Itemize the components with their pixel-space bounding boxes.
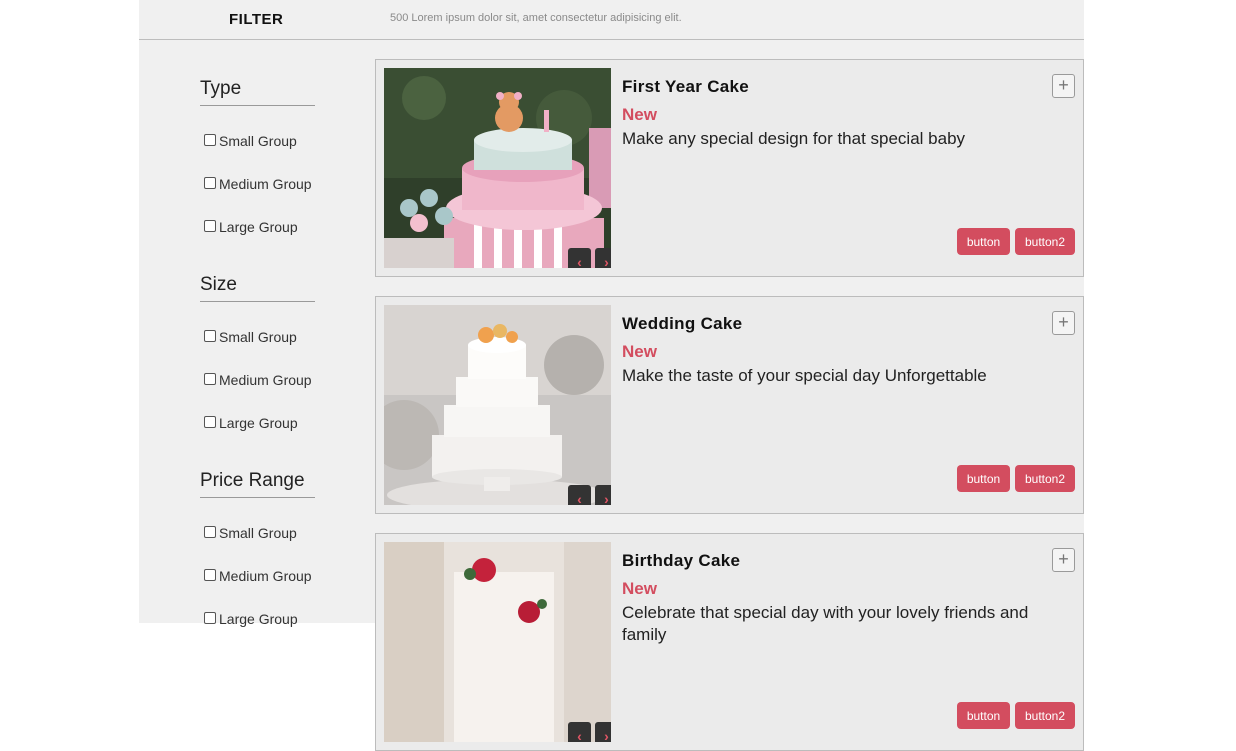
card-button2[interactable]: button2 [1015, 702, 1075, 729]
card-description: Make any special design for that special… [622, 129, 966, 148]
checkbox-label: Medium Group [219, 372, 312, 388]
filter-checkbox-large-group[interactable]: Large Group [204, 611, 298, 627]
status-badge: New [622, 579, 657, 598]
filter-title: FILTER [229, 11, 284, 28]
checkbox-label: Large Group [219, 611, 298, 627]
add-icon[interactable]: + [1052, 74, 1075, 98]
checkbox-label: Small Group [219, 133, 297, 149]
checkbox-label: Medium Group [219, 568, 312, 584]
filter-checkbox-medium-group[interactable]: Medium Group [204, 568, 312, 584]
results-summary: 500 Lorem ipsum dolor sit, amet consecte… [390, 12, 682, 24]
filter-header: FILTER 500 Lorem ipsum dolor sit, amet c… [139, 0, 1084, 40]
card-description: Make the taste of your special day Unfor… [622, 366, 987, 385]
card-title[interactable]: Wedding Cake [622, 314, 742, 334]
checkbox-icon[interactable] [204, 372, 216, 385]
status-badge: New [622, 105, 657, 124]
filter-section-title: Price Range [200, 470, 315, 498]
filter-checkbox-medium-group[interactable]: Medium Group [204, 176, 312, 192]
card-title[interactable]: Birthday Cake [622, 551, 740, 571]
baby-cake-photo: ‹ › [384, 68, 611, 268]
checkbox-icon[interactable] [204, 415, 216, 428]
birthday-cake-photo: ‹ › [384, 542, 611, 742]
status-badge: New [622, 342, 657, 361]
product-card-birthday-cake: ‹ › Birthday Cake New Celebrate that spe… [375, 533, 1084, 751]
card-title[interactable]: First Year Cake [622, 77, 749, 97]
chevron-right-icon[interactable]: › [595, 485, 611, 505]
filter-section-type: Type Small Group Medium Group Large Grou… [200, 78, 320, 274]
filter-checkbox-small-group[interactable]: Small Group [204, 329, 297, 345]
checkbox-label: Small Group [219, 525, 297, 541]
filter-checkbox-large-group[interactable]: Large Group [204, 219, 298, 235]
filter-checkbox-small-group[interactable]: Small Group [204, 525, 297, 541]
filter-sidebar: Type Small Group Medium Group Large Grou… [200, 78, 320, 666]
chevron-left-icon[interactable]: ‹ [568, 248, 591, 268]
chevron-right-icon[interactable]: › [595, 722, 611, 742]
filter-checkbox-small-group[interactable]: Small Group [204, 133, 297, 149]
checkbox-label: Large Group [219, 415, 298, 431]
add-icon[interactable]: + [1052, 311, 1075, 335]
chevron-left-icon[interactable]: ‹ [568, 485, 591, 505]
add-icon[interactable]: + [1052, 548, 1075, 572]
page-panel: FILTER 500 Lorem ipsum dolor sit, amet c… [139, 0, 1084, 751]
card-button[interactable]: button [957, 702, 1010, 729]
filter-section-title: Type [200, 78, 315, 106]
filter-section-price-range: Price Range Small Group Medium Group Lar… [200, 470, 320, 666]
filter-section-size: Size Small Group Medium Group Large Grou… [200, 274, 320, 470]
checkbox-icon[interactable] [204, 176, 216, 189]
card-button2[interactable]: button2 [1015, 228, 1075, 255]
chevron-right-icon[interactable]: › [595, 248, 611, 268]
checkbox-icon[interactable] [204, 568, 216, 581]
filter-checkbox-medium-group[interactable]: Medium Group [204, 372, 312, 388]
product-card-wedding-cake: ‹ › Wedding Cake New Make the taste of y… [375, 296, 1084, 514]
checkbox-icon[interactable] [204, 525, 216, 538]
filter-checkbox-large-group[interactable]: Large Group [204, 415, 298, 431]
wedding-cake-photo: ‹ › [384, 305, 611, 505]
checkbox-icon[interactable] [204, 329, 216, 342]
card-button[interactable]: button [957, 228, 1010, 255]
checkbox-label: Large Group [219, 219, 298, 235]
card-description: Celebrate that special day with your lov… [622, 603, 1029, 644]
card-button2[interactable]: button2 [1015, 465, 1075, 492]
checkbox-icon[interactable] [204, 219, 216, 232]
chevron-left-icon[interactable]: ‹ [568, 722, 591, 742]
checkbox-label: Medium Group [219, 176, 312, 192]
checkbox-icon[interactable] [204, 611, 216, 624]
filter-section-title: Size [200, 274, 315, 302]
card-button[interactable]: button [957, 465, 1010, 492]
checkbox-label: Small Group [219, 329, 297, 345]
checkbox-icon[interactable] [204, 133, 216, 146]
product-card-first-year-cake: ‹ › First Year Cake New Make any special… [375, 59, 1084, 277]
